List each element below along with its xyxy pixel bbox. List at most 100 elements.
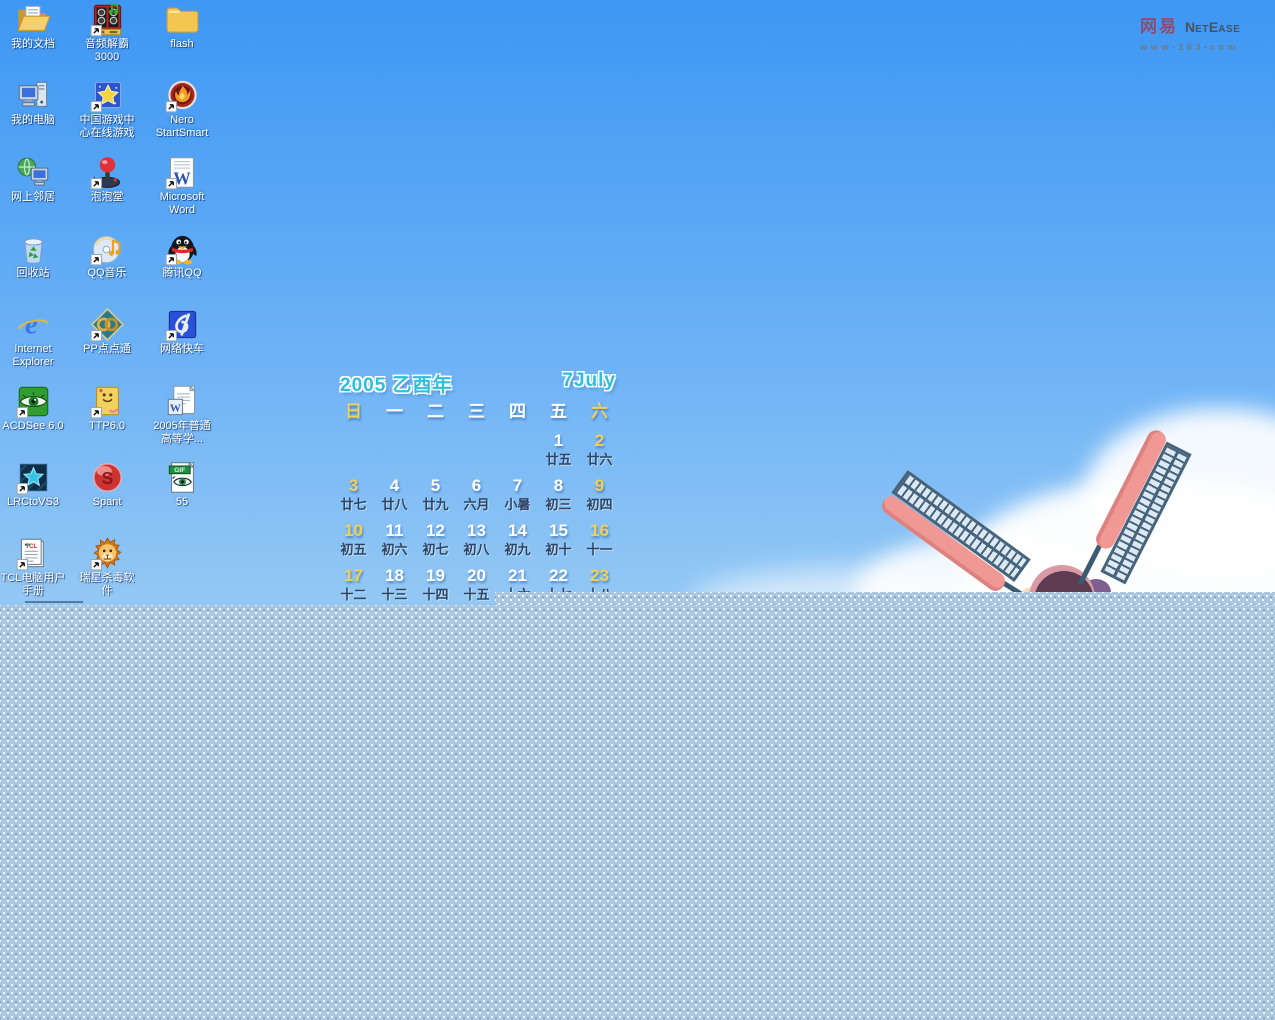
calendar-day-number: 21 (497, 565, 538, 587)
calendar-day-number: 9 (579, 475, 620, 497)
calendar-day-lunar: 十三 (374, 587, 415, 603)
calendar-day: 14初九 (497, 520, 538, 558)
desktop-icon-tencent-qq[interactable]: 腾讯QQ (142, 231, 222, 280)
desktop-icon-china-game-center[interactable]: 中国游戏中心在线游戏 (67, 78, 147, 140)
calendar-day-number: 3 (333, 475, 374, 497)
desktop-icon-gif-55[interactable]: 55 (142, 460, 222, 509)
desktop-icon-label-line: 我的电脑 (0, 114, 73, 127)
calendar-day: 1廿五 (538, 430, 579, 468)
calendar-day-lunar: 廿七 (333, 497, 374, 513)
desktop-icon-my-computer[interactable]: 我的电脑 (0, 78, 73, 127)
computer-icon (16, 78, 51, 113)
network-icon (16, 155, 51, 190)
desktop-icon-label-line: 网上邻居 (0, 191, 73, 204)
calendar-day: 16十一 (579, 520, 620, 558)
desktop-icon-label: 网络快车 (142, 343, 222, 356)
desktop-icon-qq-music[interactable]: QQ音乐 (67, 231, 147, 280)
calendar-day-number: 5 (415, 475, 456, 497)
desktop-icon-nero-startsmart[interactable]: NeroStartSmart (142, 78, 222, 140)
calendar-day (333, 430, 374, 468)
calendar-week-row: 10初五11初六12初七13初八14初九15初十16十一 (333, 520, 620, 558)
netease-logo-cn: 网易 (1140, 12, 1178, 37)
calendar-weekday: 日 (333, 397, 374, 422)
calendar-weekday: 六 (579, 397, 620, 422)
desktop-icon-label-line: 我的文档 (0, 38, 73, 51)
calendar-day (415, 430, 456, 468)
calendar-day-number: 22 (538, 565, 579, 587)
desktop-icon-label-line: Spant (67, 496, 147, 509)
desktop-icon-label-line: 音频解霸 (67, 38, 147, 51)
calendar-day-number: 4 (374, 475, 415, 497)
calendar-day: 3廿七 (333, 475, 374, 513)
desktop-icon-recycle-bin[interactable]: 回收站 (0, 231, 73, 280)
desktop-icon-tcl-manual[interactable]: TCL电脑用户手册 (0, 536, 73, 598)
desktop-icon-label-line: 手册 (0, 585, 73, 598)
calendar-day-lunar: 十二 (333, 587, 374, 603)
desktop-icon-label: TCL电脑用户手册 (0, 572, 73, 598)
desktop-icon-audio-jieba-3000[interactable]: 音频解霸3000 (67, 2, 147, 64)
calendar-day-number: 1 (538, 430, 579, 452)
netease-logo-en-part: ASE (1218, 24, 1240, 35)
calendar-day-lunar: 六月 (456, 497, 497, 513)
desktop-icon-flash-folder[interactable]: flash (142, 2, 222, 51)
desktop-icon-label-line: StartSmart (142, 127, 222, 140)
qq-icon (165, 231, 200, 266)
desktop-icon-rising-antivirus[interactable]: 瑞星杀毒软件 (67, 536, 147, 598)
nero-icon (165, 78, 200, 113)
calendar-day-lunar: 初九 (497, 542, 538, 558)
calendar-day: 2廿六 (579, 430, 620, 468)
screen-cutoff-area (495, 592, 1275, 606)
calendar-day (374, 430, 415, 468)
rising-icon (90, 536, 125, 571)
desktop-icon-internet-explorer[interactable]: InternetExplorer (0, 307, 73, 369)
word-icon (165, 155, 200, 190)
desktop-icon-label-line: Word (142, 204, 222, 217)
folder-doc-icon (16, 2, 51, 37)
calendar-day: 9初四 (579, 475, 620, 513)
calendar-day: 19十四 (415, 565, 456, 603)
netease-url: www-163-com (1140, 42, 1270, 53)
calendar-day: 15初十 (538, 520, 579, 558)
desktop-icon-label-line: 高等学... (142, 433, 222, 446)
desktop-icon-my-documents[interactable]: 我的文档 (0, 2, 73, 51)
desktop-icon-label: 瑞星杀毒软件 (67, 572, 147, 598)
netease-logo-en-part: ET (1195, 24, 1209, 35)
desktop-icon-label: 音频解霸3000 (67, 38, 147, 64)
desktop-icon-wangluo-kuaiche[interactable]: 网络快车 (142, 307, 222, 356)
desktop: 网易 NETEASE www-163-com 2005 乙酉年 7July 日一… (0, 0, 1275, 1020)
star-game-icon (90, 78, 125, 113)
desktop-icon-paopaotang[interactable]: 泡泡堂 (67, 155, 147, 204)
calendar-day-number: 18 (374, 565, 415, 587)
calendar-day-number: 12 (415, 520, 456, 542)
calendar-day-lunar: 初十 (538, 542, 579, 558)
calendar-day: 11初六 (374, 520, 415, 558)
desktop-icon-label: InternetExplorer (0, 343, 73, 369)
desktop-icon-word-doc-2005[interactable]: 2005年普通高等学... (142, 384, 222, 446)
desktop-icon-label-line: 回收站 (0, 267, 73, 280)
desktop-icon-ttp-60[interactable]: TTP6.0 (67, 384, 147, 433)
calendar-day-number: 13 (456, 520, 497, 542)
calendar-day: 7小暑 (497, 475, 538, 513)
desktop-icon-label: TTP6.0 (67, 420, 147, 433)
desktop-icon-label: LRCtoVS3 (0, 496, 73, 509)
netease-logo-en-part: N (1185, 19, 1195, 35)
desktop-icon-lrctovs3[interactable]: LRCtoVS3 (0, 460, 73, 509)
calendar-day: 12初七 (415, 520, 456, 558)
calendar-day (497, 430, 538, 468)
calendar-week-row: 3廿七4廿八5廿九6六月7小暑8初三9初四 (333, 475, 620, 513)
desktop-icon-acdsee-60[interactable]: ACDSee 6.0 (0, 384, 73, 433)
desktop-icon-network-places[interactable]: 网上邻居 (0, 155, 73, 204)
calendar-weekday: 三 (456, 397, 497, 422)
calendar-day: 20十五 (456, 565, 497, 603)
calendar-day-number: 17 (333, 565, 374, 587)
desktop-icon-label-line: 心在线游戏 (67, 127, 147, 140)
audio-icon (90, 2, 125, 37)
desktop-icon-spant[interactable]: Spant (67, 460, 147, 509)
calendar-day: 8初三 (538, 475, 579, 513)
desktop-icon-label: QQ音乐 (67, 267, 147, 280)
calendar-day: 6六月 (456, 475, 497, 513)
desktop-icon-label: 2005年普通高等学... (142, 420, 222, 446)
desktop-icon-pp-diandiantong[interactable]: PP点点通 (67, 307, 147, 356)
desktop-icon-microsoft-word[interactable]: MicrosoftWord (142, 155, 222, 217)
calendar-day-number: 2 (579, 430, 620, 452)
